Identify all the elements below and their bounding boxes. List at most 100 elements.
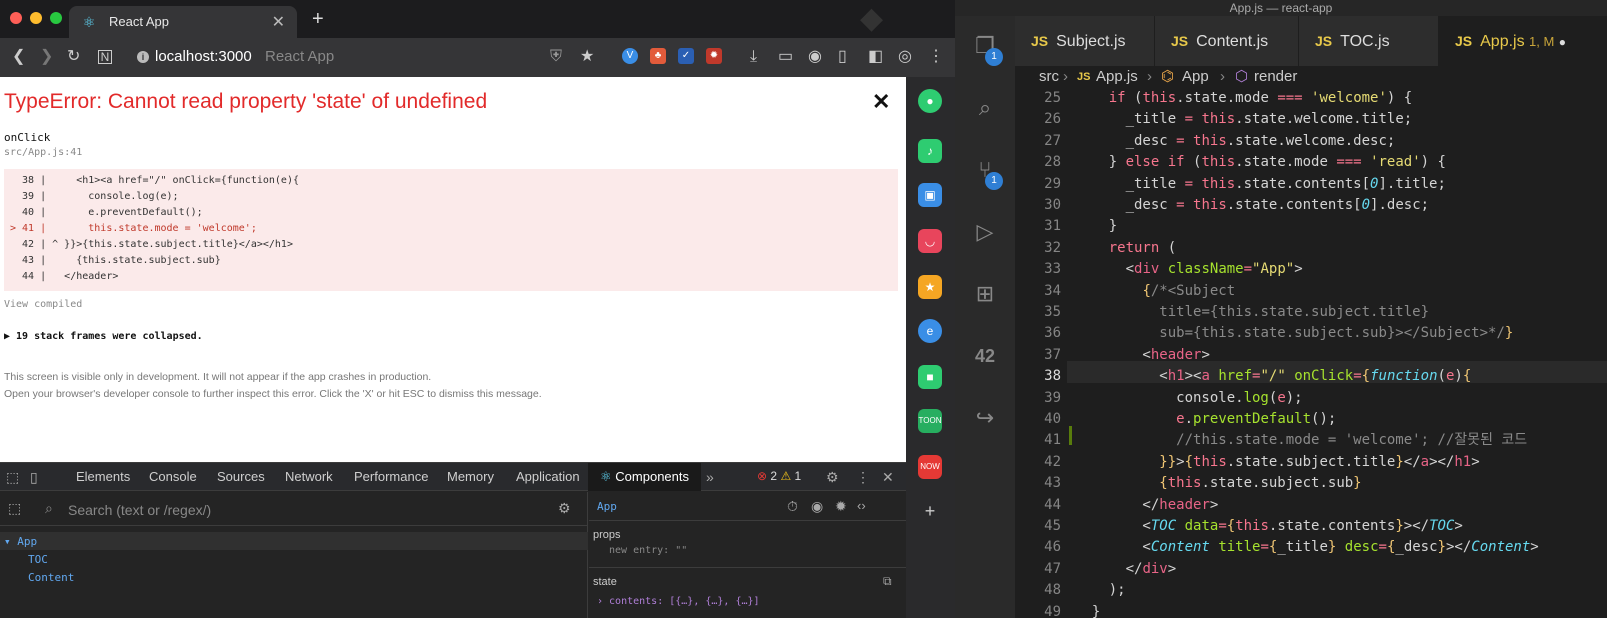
- copy-icon[interactable]: ⧉: [883, 574, 892, 589]
- notion-icon[interactable]: N: [98, 50, 112, 64]
- line-number: 45: [1044, 518, 1061, 534]
- breadcrumb-file[interactable]: App.js: [1096, 66, 1138, 88]
- sidebar-star-icon[interactable]: ★: [918, 275, 942, 299]
- browser-sidebar: ● ♪ ▣ ◡ ★ e ■ TOON NOW +: [906, 77, 955, 618]
- browser-tab[interactable]: ⚛ React App ✕: [69, 6, 297, 38]
- code-line: title={this.state.subject.title}: [1159, 304, 1430, 320]
- extension-v-icon[interactable]: V: [622, 48, 638, 64]
- component-search-input[interactable]: Search (text or /regex/): [68, 502, 211, 518]
- activity-bar: ❐ 1 ⌕ ⑂ 1 ▷ ⊞ 42 ↪: [955, 16, 1015, 618]
- unsaved-dot-icon[interactable]: ●: [1559, 35, 1566, 49]
- settings-icon[interactable]: ⚙: [558, 500, 571, 517]
- extension-bug-icon[interactable]: ✹: [706, 48, 722, 64]
- code-editor[interactable]: 25 26 27 28 29 30 31 32 33 34 35 36 37 38 39 40 41 42 43 44…: [1015, 88, 1607, 618]
- tree-item-app[interactable]: ▾ App: [4, 535, 37, 548]
- quokka-icon[interactable]: 42: [969, 340, 1001, 372]
- sidebar-toon-icon[interactable]: TOON: [918, 409, 942, 433]
- code-line: 40 | e.preventDefault();: [10, 207, 203, 218]
- search-icon[interactable]: ⌕: [969, 92, 1001, 124]
- new-tab-button[interactable]: +: [312, 9, 324, 29]
- devtools-panel: ⬚ ▯ Elements Console Sources Network Per…: [0, 462, 906, 618]
- extension-puzzle-icon[interactable]: ♣: [650, 48, 666, 64]
- tab-title: React App: [109, 14, 169, 29]
- profile-icon[interactable]: ◎: [898, 48, 912, 66]
- sidebar-add-icon[interactable]: +: [918, 499, 942, 523]
- back-icon[interactable]: ❮: [12, 48, 25, 66]
- devtools-menu-icon[interactable]: ⋮: [856, 469, 870, 486]
- code-line: }: [1075, 603, 1101, 618]
- close-devtools-icon[interactable]: ✕: [882, 469, 894, 486]
- eye-icon[interactable]: ◉: [811, 498, 823, 515]
- extensions-icon[interactable]: ⊞: [969, 278, 1001, 310]
- sidebar-edge-icon[interactable]: e: [918, 319, 942, 343]
- tab-label: Content.js: [1196, 33, 1269, 50]
- download-icon[interactable]: ⤓: [750, 48, 757, 66]
- address-bar[interactable]: i localhost:3000 React App: [133, 45, 543, 69]
- minimize-window-button[interactable]: [30, 12, 42, 24]
- line-number: 37: [1044, 346, 1061, 363]
- warning-icon: ⚠: [780, 469, 792, 483]
- issue-counts[interactable]: ⊗ 2 ⚠ 1: [757, 469, 801, 483]
- line-number: 38: [1044, 368, 1061, 385]
- sidebar-bell-icon[interactable]: ♪: [918, 139, 942, 163]
- view-compiled-link[interactable]: View compiled: [4, 299, 82, 310]
- camera-icon[interactable]: ◉: [808, 48, 822, 66]
- more-tabs-icon[interactable]: »: [706, 469, 714, 485]
- state-entry[interactable]: › contents: [{…}, {…}, {…}]: [597, 596, 760, 607]
- tab-app-js[interactable]: JS App.js 1, M ●: [1439, 16, 1607, 66]
- close-window-button[interactable]: [10, 12, 22, 24]
- error-icon: ⊗: [757, 469, 768, 483]
- js-file-icon: JS: [1077, 71, 1091, 83]
- forward-icon[interactable]: ❯: [40, 48, 53, 66]
- menu-icon[interactable]: ⋮: [928, 48, 944, 66]
- breadcrumb-method[interactable]: render: [1254, 66, 1297, 88]
- tree-item-content[interactable]: Content: [28, 571, 74, 584]
- tab-subject-js[interactable]: JS Subject.js: [1015, 16, 1155, 66]
- chevron-right-icon: ›: [1063, 68, 1068, 85]
- tab-content-js[interactable]: JS Content.js: [1155, 16, 1299, 66]
- devtools-tab-bar: ⬚ ▯ Elements Console Sources Network Per…: [0, 463, 906, 491]
- line-number: 36: [1044, 325, 1061, 342]
- live-share-icon[interactable]: ↪: [969, 402, 1001, 434]
- tab-console[interactable]: Console: [149, 469, 197, 484]
- video-icon[interactable]: ▭: [778, 48, 793, 66]
- inspect-icon[interactable]: ⬚: [6, 469, 19, 486]
- sidebar-toggle-icon[interactable]: ◧: [868, 48, 883, 66]
- tab-toc-js[interactable]: JS TOC.js: [1299, 16, 1439, 66]
- tab-network[interactable]: Network: [285, 469, 333, 484]
- sidebar-pocket-icon[interactable]: ◡: [918, 229, 942, 253]
- tab-application[interactable]: Application: [516, 469, 580, 484]
- bug-icon[interactable]: ✹: [835, 498, 847, 515]
- maximize-window-button[interactable]: [50, 12, 62, 24]
- collapsed-frames-toggle[interactable]: ▶ 19 stack frames were collapsed.: [4, 331, 203, 342]
- sidebar-app-icon[interactable]: ●: [918, 89, 942, 113]
- code-line: 38 | <h1><a href="/" onClick={function(e…: [10, 175, 299, 186]
- tab-sources[interactable]: Sources: [217, 469, 265, 484]
- brave-shield-icon[interactable]: ⛨: [550, 48, 562, 66]
- timer-icon[interactable]: ⏱: [787, 498, 798, 515]
- breadcrumb-src[interactable]: src: [1039, 66, 1059, 88]
- run-debug-icon[interactable]: ▷: [969, 216, 1001, 248]
- bookmark-star-icon[interactable]: ★: [580, 48, 594, 66]
- extension-check-icon[interactable]: ✓: [678, 48, 694, 64]
- close-overlay-button[interactable]: ✕: [872, 89, 890, 115]
- device-toggle-icon[interactable]: ▯: [30, 469, 38, 486]
- sidebar-now-icon[interactable]: NOW: [918, 455, 942, 479]
- site-info-icon[interactable]: i: [137, 51, 149, 63]
- tab-memory[interactable]: Memory: [447, 469, 494, 484]
- code-line: sub={this.state.subject.sub}></Subject>*…: [1159, 325, 1514, 342]
- close-tab-icon[interactable]: ✕: [272, 12, 285, 32]
- reader-icon[interactable]: ▯: [838, 48, 847, 66]
- props-entry[interactable]: new entry: "": [609, 545, 687, 556]
- tree-item-toc[interactable]: TOC: [28, 553, 48, 566]
- tab-performance[interactable]: Performance: [354, 469, 428, 484]
- reload-icon[interactable]: ↻: [67, 48, 80, 66]
- settings-icon[interactable]: ⚙: [826, 469, 839, 486]
- select-element-icon[interactable]: ⬚: [8, 500, 21, 517]
- tab-elements[interactable]: Elements: [76, 469, 130, 484]
- source-icon[interactable]: ‹›: [857, 498, 866, 513]
- sidebar-briefcase-icon[interactable]: ▣: [918, 183, 942, 207]
- breadcrumb-component[interactable]: App: [1182, 66, 1209, 88]
- tab-components[interactable]: ⚛ Components: [588, 463, 701, 491]
- sidebar-green-icon[interactable]: ■: [918, 365, 942, 389]
